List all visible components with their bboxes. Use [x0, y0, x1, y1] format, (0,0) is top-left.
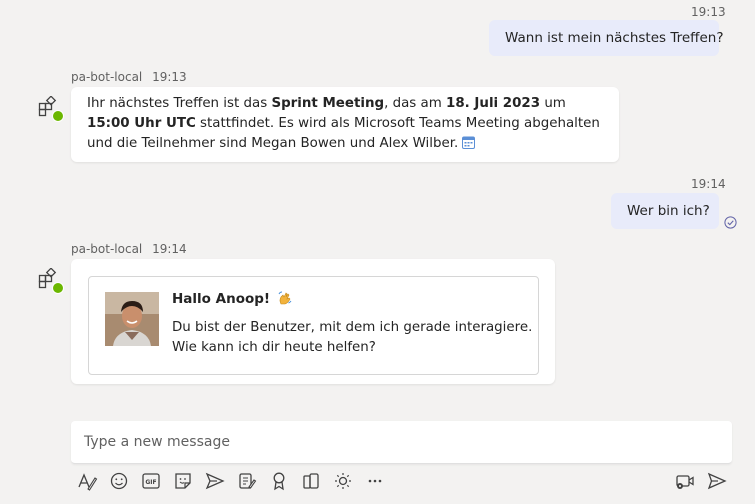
card-line: Wie kann ich dir heute helfen?: [172, 340, 376, 355]
emoji-icon[interactable]: [108, 470, 130, 492]
bot-sender-name: pa-bot-local: [71, 242, 143, 256]
user-message-bubble[interactable]: Wer bin ich?: [611, 193, 719, 229]
status-available-icon: [52, 282, 64, 294]
format-icon[interactable]: [76, 470, 98, 492]
bot-avatar[interactable]: [38, 95, 64, 122]
video-clip-icon[interactable]: [674, 470, 696, 492]
message-timestamp: 19:13: [152, 70, 187, 84]
bot-message-header: pa-bot-local 19:14: [71, 242, 187, 256]
waving-hand-icon: [278, 291, 292, 305]
svg-text:GIF: GIF: [145, 479, 156, 486]
apps-icon[interactable]: [300, 470, 322, 492]
status-available-icon: [52, 110, 64, 122]
message-timestamp: 19:14: [691, 177, 726, 191]
bot-message-text: Ihr nächstes Treffen ist das Sprint Meet…: [87, 96, 600, 151]
gif-icon[interactable]: GIF: [140, 470, 162, 492]
card-title: Hallo Anoop!: [172, 291, 292, 307]
lightbulb-icon[interactable]: [332, 470, 354, 492]
more-icon[interactable]: [364, 470, 386, 492]
bot-card-bubble[interactable]: Hallo Anoop! Du bist der Benutzer, mit d…: [71, 259, 555, 384]
user-message-text: Wann ist mein nächstes Treffen?: [505, 30, 724, 46]
message-timestamp: 19:14: [152, 242, 187, 256]
schedule-send-icon[interactable]: [204, 470, 226, 492]
card-body: Du bist der Benutzer, mit dem ich gerade…: [172, 318, 532, 358]
bot-message-bubble[interactable]: Ihr nächstes Treffen ist das Sprint Meet…: [71, 87, 619, 162]
bot-sender-name: pa-bot-local: [71, 70, 143, 84]
bot-message-header: pa-bot-local 19:13: [71, 70, 187, 84]
message-timestamp: 19:13: [691, 5, 726, 19]
praise-icon[interactable]: [268, 470, 290, 492]
user-message-text: Wer bin ich?: [627, 203, 710, 219]
adaptive-card: Hallo Anoop! Du bist der Benutzer, mit d…: [88, 276, 539, 375]
sticker-icon[interactable]: [172, 470, 194, 492]
send-icon[interactable]: [706, 470, 728, 492]
user-profile-photo: [105, 292, 159, 346]
card-line: Du bist der Benutzer, mit dem ich gerade…: [172, 320, 533, 335]
bot-avatar[interactable]: [38, 267, 64, 294]
loop-icon[interactable]: [236, 470, 258, 492]
user-message-bubble[interactable]: Wann ist mein nächstes Treffen?: [489, 20, 724, 56]
message-read-icon: [724, 214, 737, 229]
compose-placeholder[interactable]: Type a new message: [84, 421, 230, 463]
calendar-icon: [462, 136, 476, 149]
message-compose-box[interactable]: Type a new message: [71, 421, 732, 464]
